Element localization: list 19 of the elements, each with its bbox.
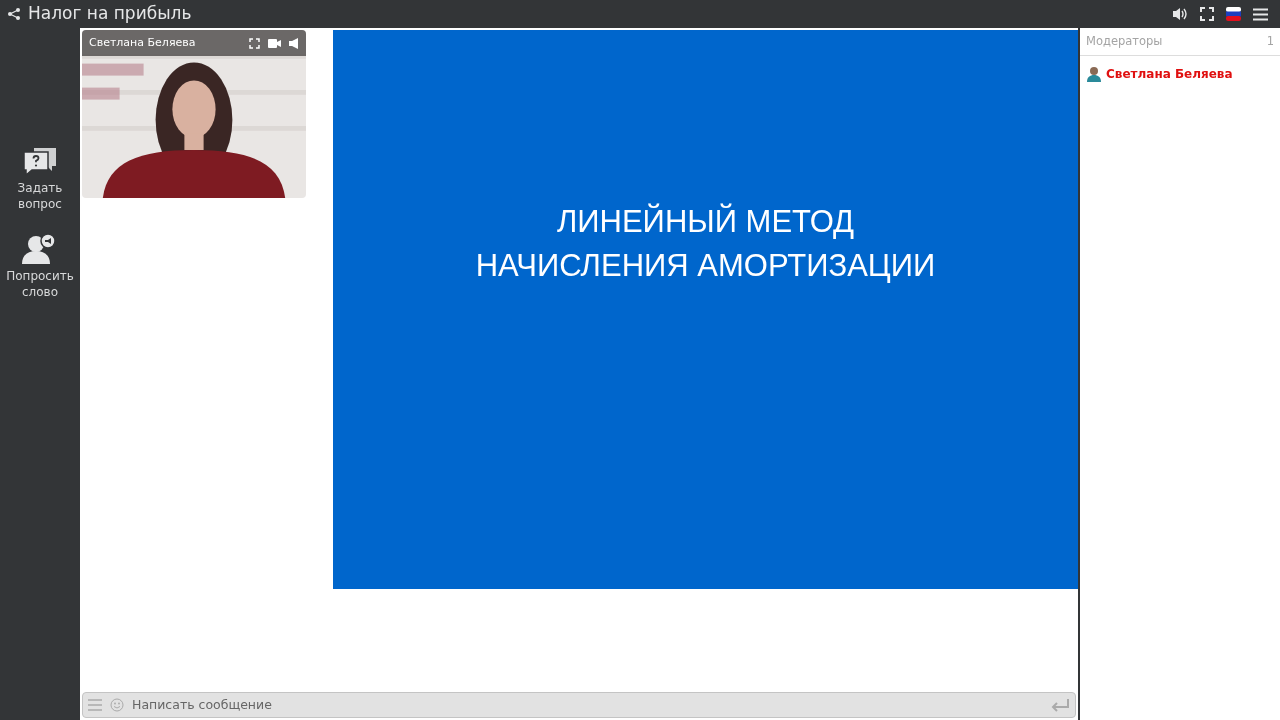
sidebar-button[interactable]: Попросить слово — [2, 230, 78, 300]
message-input[interactable]: Написать сообщение — [132, 695, 1042, 715]
user-avatar-icon — [1087, 66, 1101, 82]
message-field[interactable]: Написать сообщение — [82, 692, 1076, 718]
flag-icon[interactable] — [1226, 7, 1241, 21]
camera-icon[interactable] — [268, 38, 281, 48]
question-chat-icon — [22, 146, 58, 176]
slide-title-line: НАЧИСЛЕНИЯ АМОРТИЗАЦИИ — [475, 247, 936, 285]
share-icon[interactable] — [8, 8, 20, 20]
moderator-name[interactable]: Светлана Беляева — [1106, 65, 1233, 83]
speaker-icon[interactable] — [1172, 7, 1188, 21]
moderator-count: 1 — [1266, 32, 1274, 50]
slide-title-line: ЛИНЕЙНЫЙ МЕТОД — [556, 202, 855, 241]
speaker-icon[interactable] — [289, 37, 299, 49]
sidebar-button[interactable]: Задать вопрос — [2, 146, 78, 212]
page-title: Налог на прибыль — [28, 2, 192, 26]
video-caption: Светлана Беляева — [89, 34, 197, 51]
panel-title: Модераторы — [1086, 32, 1163, 50]
fullscreen-icon[interactable] — [1200, 7, 1214, 21]
